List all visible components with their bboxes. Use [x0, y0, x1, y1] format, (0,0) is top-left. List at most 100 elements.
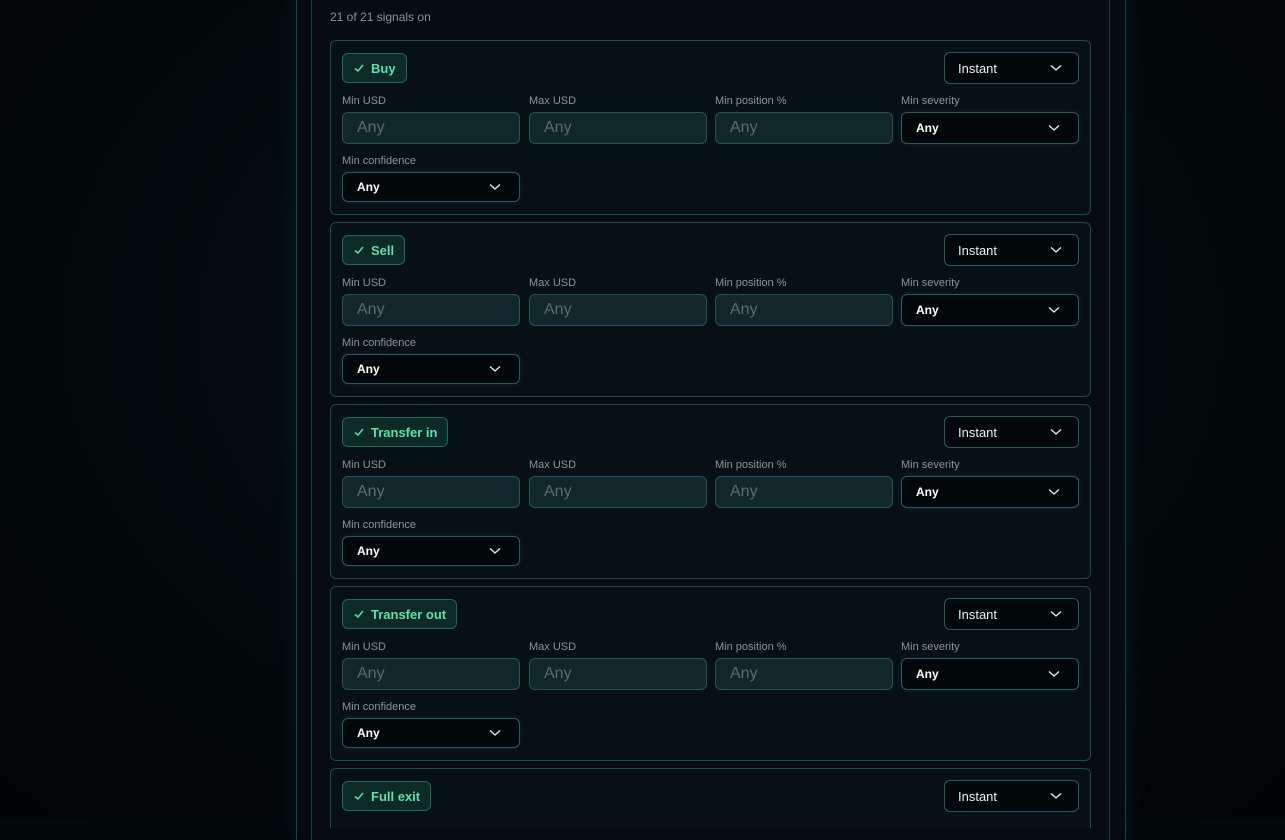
chevron-down-icon — [1050, 65, 1062, 71]
frequency-value: Instant — [958, 60, 998, 76]
min-severity-select[interactable]: Any — [901, 294, 1079, 326]
min-usd-input[interactable]: Any — [342, 112, 520, 144]
chevron-down-icon — [489, 366, 501, 372]
chevron-down-icon — [489, 730, 501, 736]
max-usd-input[interactable]: Any — [529, 658, 707, 690]
signal-toggle-sell[interactable]: Sell — [342, 235, 406, 265]
min-usd-label: Min USD — [342, 459, 387, 471]
min-severity-label: Min severity — [901, 641, 960, 653]
severity-value: Any — [916, 303, 939, 317]
signal-name: Transfer out — [371, 606, 447, 622]
input-placeholder: Any — [544, 301, 572, 318]
frequency-select[interactable]: Instant — [944, 416, 1079, 448]
chevron-down-icon — [1050, 429, 1062, 435]
input-placeholder: Any — [730, 483, 758, 500]
input-placeholder: Any — [357, 301, 385, 318]
frequency-select[interactable]: Instant — [944, 234, 1079, 266]
max-usd-label: Max USD — [529, 459, 577, 471]
signal-card-full-exit: Full exit Instant — [330, 768, 1091, 828]
min-position-input[interactable]: Any — [715, 658, 893, 690]
min-severity-select[interactable]: Any — [901, 658, 1079, 690]
input-placeholder: Any — [544, 483, 572, 500]
min-position-label: Min position % — [715, 277, 787, 289]
frequency-select[interactable]: Instant — [944, 598, 1079, 630]
confidence-value: Any — [357, 180, 380, 194]
min-confidence-label: Min confidence — [342, 155, 416, 167]
severity-value: Any — [916, 667, 939, 681]
severity-value: Any — [916, 485, 939, 499]
frequency-select[interactable]: Instant — [944, 52, 1079, 84]
min-confidence-label: Min confidence — [342, 701, 416, 713]
min-position-input[interactable]: Any — [715, 294, 893, 326]
signal-card-transfer-in: Transfer in Instant Min USD Max USD Min … — [330, 404, 1091, 579]
signal-name: Transfer in — [371, 424, 438, 440]
min-severity-label: Min severity — [901, 459, 960, 471]
min-severity-label: Min severity — [901, 277, 960, 289]
check-icon — [354, 64, 364, 73]
signal-toggle-transfer-in[interactable]: Transfer in — [342, 417, 449, 447]
min-confidence-select[interactable]: Any — [342, 718, 520, 748]
chevron-down-icon — [1050, 247, 1062, 253]
min-position-label: Min position % — [715, 459, 787, 471]
max-usd-input[interactable]: Any — [529, 112, 707, 144]
confidence-value: Any — [357, 362, 380, 376]
input-placeholder: Any — [730, 119, 758, 136]
signal-card-sell: Sell Instant Min USD Max USD Min positio… — [330, 222, 1091, 397]
chevron-down-icon — [489, 184, 501, 190]
chevron-down-icon — [1048, 307, 1060, 313]
min-usd-input[interactable]: Any — [342, 294, 520, 326]
min-confidence-label: Min confidence — [342, 337, 416, 349]
frequency-value: Instant — [958, 242, 998, 258]
chevron-down-icon — [489, 548, 501, 554]
min-position-label: Min position % — [715, 95, 787, 107]
min-confidence-select[interactable]: Any — [342, 172, 520, 202]
min-position-input[interactable]: Any — [715, 476, 893, 508]
input-placeholder: Any — [357, 483, 385, 500]
min-confidence-select[interactable]: Any — [342, 536, 520, 566]
min-confidence-label: Min confidence — [342, 519, 416, 531]
signal-card-transfer-out: Transfer out Instant Min USD Max USD Min… — [330, 586, 1091, 761]
signal-card-buy: Buy Instant Min USD Max USD Min position… — [330, 40, 1091, 215]
min-severity-label: Min severity — [901, 95, 960, 107]
signal-name: Full exit — [371, 788, 421, 804]
signal-toggle-full-exit[interactable]: Full exit — [342, 781, 432, 811]
min-usd-input[interactable]: Any — [342, 476, 520, 508]
check-icon — [354, 792, 364, 801]
chevron-down-icon — [1048, 489, 1060, 495]
signal-name: Buy — [371, 60, 396, 76]
max-usd-label: Max USD — [529, 95, 577, 107]
max-usd-input[interactable]: Any — [529, 476, 707, 508]
frequency-select[interactable]: Instant — [944, 780, 1079, 812]
input-placeholder: Any — [357, 665, 385, 682]
frequency-value: Instant — [958, 788, 998, 804]
signal-toggle-buy[interactable]: Buy — [342, 53, 407, 83]
max-usd-label: Max USD — [529, 277, 577, 289]
min-severity-select[interactable]: Any — [901, 112, 1079, 144]
chevron-down-icon — [1048, 671, 1060, 677]
input-placeholder: Any — [357, 119, 385, 136]
frequency-value: Instant — [958, 606, 998, 622]
severity-value: Any — [916, 121, 939, 135]
min-severity-select[interactable]: Any — [901, 476, 1079, 508]
check-icon — [354, 610, 364, 619]
check-icon — [354, 428, 364, 437]
max-usd-input[interactable]: Any — [529, 294, 707, 326]
confidence-value: Any — [357, 544, 380, 558]
min-confidence-select[interactable]: Any — [342, 354, 520, 384]
input-placeholder: Any — [544, 119, 572, 136]
min-usd-input[interactable]: Any — [342, 658, 520, 690]
check-icon — [354, 246, 364, 255]
confidence-value: Any — [357, 726, 380, 740]
min-usd-label: Min USD — [342, 277, 387, 289]
input-placeholder: Any — [544, 665, 572, 682]
chevron-down-icon — [1048, 125, 1060, 131]
input-placeholder: Any — [730, 665, 758, 682]
chevron-down-icon — [1050, 793, 1062, 799]
max-usd-label: Max USD — [529, 641, 577, 653]
min-position-label: Min position % — [715, 641, 787, 653]
signal-toggle-transfer-out[interactable]: Transfer out — [342, 599, 458, 629]
chevron-down-icon — [1050, 611, 1062, 617]
min-usd-label: Min USD — [342, 641, 387, 653]
input-placeholder: Any — [730, 301, 758, 318]
min-position-input[interactable]: Any — [715, 112, 893, 144]
